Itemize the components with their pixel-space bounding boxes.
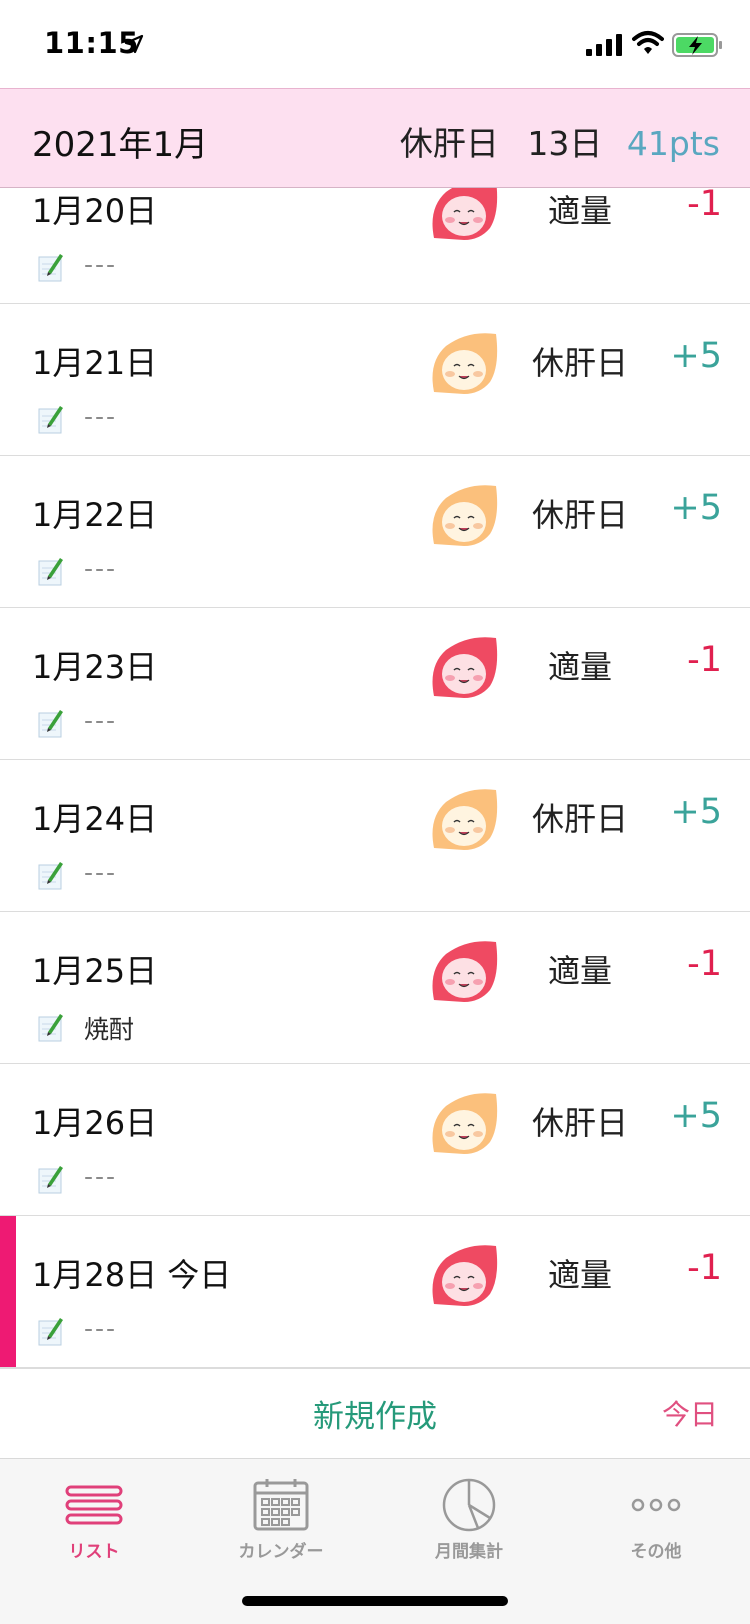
day-status: 適量	[547, 192, 612, 230]
status-bar: 11:15	[0, 0, 750, 88]
day-row[interactable]: 1月28日 今日 適量 -1 ---	[0, 1216, 750, 1368]
orange-mascot-icon	[432, 1093, 498, 1154]
day-status: 休肝日	[531, 800, 628, 838]
tab-list-label: リスト	[68, 1542, 120, 1562]
orange-mascot-icon	[432, 485, 498, 546]
day-row[interactable]: 1月23日 適量 -1 ---	[0, 608, 750, 760]
day-status: 休肝日	[531, 1104, 628, 1142]
list-icon	[65, 1485, 123, 1525]
day-date: 1月23日	[32, 648, 158, 686]
day-note: ---	[84, 1314, 118, 1343]
note-icon	[38, 710, 63, 738]
note-icon	[38, 862, 63, 890]
day-date: 1月28日 今日	[32, 1256, 232, 1294]
day-points: -1	[687, 188, 722, 224]
tab-calendar-label: カレンダー	[238, 1542, 324, 1562]
note-icon	[38, 254, 63, 282]
calendar-icon	[253, 1479, 309, 1531]
tab-more-label: その他	[630, 1542, 682, 1562]
day-date: 1月20日	[32, 192, 158, 230]
day-status: 適量	[547, 1256, 612, 1294]
month-points: 41pts	[626, 124, 720, 163]
day-date: 1月22日	[32, 496, 158, 534]
today-button[interactable]: 今日	[662, 1393, 718, 1433]
more-icon	[631, 1498, 681, 1512]
day-note: ---	[84, 1162, 118, 1191]
day-row[interactable]: 1月26日 休肝日 +5 ---	[0, 1064, 750, 1216]
tab-monthly-summary-label: 月間集計	[435, 1542, 503, 1562]
month-title[interactable]: 2021年1月	[32, 117, 208, 166]
day-row[interactable]: 1月25日 適量 -1 焼酎	[0, 912, 750, 1064]
day-note: ---	[84, 554, 118, 583]
day-status: 適量	[547, 952, 612, 990]
orange-mascot-icon	[432, 333, 498, 394]
day-date: 1月25日	[32, 952, 158, 990]
day-status: 適量	[547, 648, 612, 686]
month-header: 2021年1月 休肝日 13日 41pts	[0, 88, 750, 188]
day-note: ---	[84, 250, 118, 279]
day-row[interactable]: 1月20日 適量 -1 ---	[0, 188, 750, 304]
tab-monthly-summary[interactable]: 月間集計	[375, 1469, 563, 1569]
signal-icon	[586, 34, 622, 56]
note-icon	[38, 558, 63, 586]
location-arrow-icon	[124, 34, 144, 54]
note-icon	[38, 1166, 63, 1194]
day-points: -1	[687, 640, 722, 680]
day-date: 1月26日	[32, 1104, 158, 1142]
pie-chart-icon	[442, 1478, 496, 1532]
day-note: ---	[84, 858, 118, 887]
day-points: +5	[670, 1096, 722, 1136]
month-summary: 休肝日 13日 41pts	[400, 117, 720, 165]
action-bar: 新規作成 今日	[0, 1368, 750, 1458]
day-list[interactable]: 1月20日 適量 -1 --- 1月21日 休肝日 +5 --- 1月22日 休肝日 +5 --- 1月…	[0, 188, 750, 1368]
day-points: +5	[670, 488, 722, 528]
tab-calendar[interactable]: カレンダー	[187, 1469, 375, 1569]
day-date: 1月21日	[32, 344, 158, 382]
day-row[interactable]: 1月24日 休肝日 +5 ---	[0, 760, 750, 912]
day-note: 焼酎	[84, 1015, 135, 1044]
battery-charging-icon	[672, 33, 722, 57]
home-indicator	[242, 1596, 508, 1606]
day-row[interactable]: 1月21日 休肝日 +5 ---	[0, 304, 750, 456]
red-mascot-icon	[432, 188, 498, 240]
day-row[interactable]: 1月22日 休肝日 +5 ---	[0, 456, 750, 608]
note-icon	[38, 1014, 63, 1042]
tab-more[interactable]: その他	[562, 1469, 750, 1569]
today-indicator	[0, 1216, 16, 1367]
day-points: +5	[670, 336, 722, 376]
day-points: +5	[670, 792, 722, 832]
day-date: 1月24日	[32, 800, 158, 838]
red-mascot-icon	[432, 941, 498, 1002]
day-points: -1	[687, 944, 722, 984]
day-status: 休肝日	[531, 344, 628, 382]
liver-rest-label: 休肝日	[399, 124, 499, 163]
day-points: -1	[687, 1248, 722, 1288]
day-status: 休肝日	[531, 496, 628, 534]
day-note: ---	[84, 402, 118, 431]
tab-list[interactable]: リスト	[0, 1469, 188, 1569]
wifi-icon	[632, 31, 664, 54]
red-mascot-icon	[432, 637, 498, 698]
liver-rest-days: 13日	[527, 124, 603, 163]
note-icon	[38, 1318, 63, 1346]
red-mascot-icon	[432, 1245, 498, 1306]
orange-mascot-icon	[432, 789, 498, 850]
day-note: ---	[84, 706, 118, 735]
new-entry-button[interactable]: 新規作成	[250, 1391, 500, 1436]
note-icon	[38, 406, 63, 434]
